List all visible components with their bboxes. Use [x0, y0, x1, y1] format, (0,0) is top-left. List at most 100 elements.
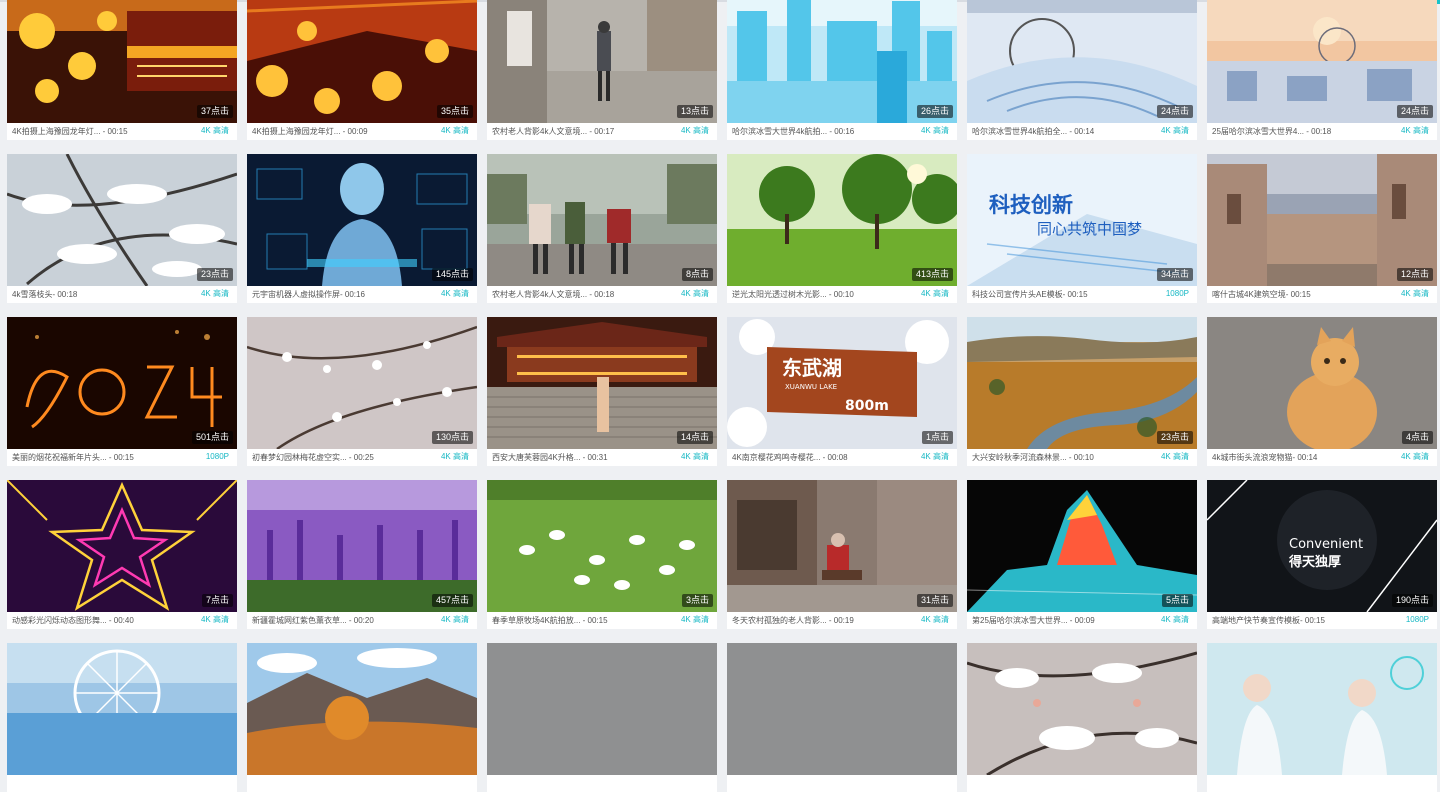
video-title[interactable]: 喀什古城4K建筑空境- 00:15 [1212, 289, 1382, 300]
video-card[interactable]: 145点击 元宇宙机器人虚拟操作屏- 00:16 4K 高清 [247, 154, 477, 303]
video-title[interactable]: 冬天农村孤独的老人背影... - 00:19 [732, 615, 902, 626]
video-thumbnail[interactable]: 7点击 [7, 480, 237, 612]
click-count-badge: 7点击 [201, 594, 233, 607]
video-card[interactable]: 130点击初春梦幻园林梅花虚空实... - 00:25 4K 高清 [247, 317, 477, 466]
video-title[interactable]: 农村老人背影4k人文意境... - 00:17 [492, 126, 662, 137]
video-thumbnail[interactable]: 东武湖 XUANWU LAKE 800m 1点击 [727, 317, 957, 449]
video-title[interactable]: 高端地产快节奏宣传模板- 00:15 [1212, 615, 1382, 626]
thumbnail-image: 东武湖 XUANWU LAKE 800m [727, 317, 957, 449]
video-title[interactable]: 大兴安岭秋季河流森林景... - 00:10 [972, 452, 1142, 463]
quality-label: 1080P [1165, 289, 1189, 298]
video-thumbnail[interactable]: 8点击 [487, 154, 717, 286]
svg-text:800m: 800m [845, 398, 889, 414]
video-thumbnail[interactable]: 23点击 [7, 154, 237, 286]
video-thumbnail[interactable]: 457点击 [247, 480, 477, 612]
video-card[interactable]: 31点击 冬天农村孤独的老人背影... - 00:19 4K 高清 [727, 480, 957, 629]
video-thumbnail[interactable]: 4点击 [1207, 317, 1437, 449]
video-card[interactable]: 37点击 4K拍摄上海豫园龙年灯... - 00:15 4K 高清 [7, 0, 237, 140]
video-thumbnail[interactable]: 科技创新 同心共筑中国梦 34点击 [967, 154, 1197, 286]
video-thumbnail[interactable]: Convenient 得天独厚 190点击 [1207, 480, 1437, 612]
quality-label: 4K 高清 [1160, 452, 1189, 461]
thumbnail-image [247, 317, 477, 449]
video-thumbnail[interactable]: 31点击 [727, 480, 957, 612]
video-card[interactable]: 7点击动感彩光闪烁动态图形舞... - 00:40 4K 高清 [7, 480, 237, 629]
video-card[interactable]: 23点击大兴安岭秋季河流森林景... - 00:10 4K 高清 [967, 317, 1197, 466]
video-thumbnail[interactable]: 37点击 [7, 0, 237, 123]
video-title[interactable]: 初春梦幻园林梅花虚空实... - 00:25 [252, 452, 422, 463]
video-card[interactable]: 3点击春季草原牧场4K航拍放... - 00:15 4K 高清 [487, 480, 717, 629]
video-thumbnail[interactable] [487, 643, 717, 775]
video-thumbnail[interactable]: 413点击 [727, 154, 957, 286]
video-title[interactable]: 农村老人背影4k人文意境... - 00:18 [492, 289, 662, 300]
video-title[interactable]: 西安大唐芙蓉园4K升格... - 00:31 [492, 452, 662, 463]
video-card[interactable]: Convenient 得天独厚 190点击 高端地产快节奏宣传模板- 00:15 108… [1207, 480, 1437, 629]
video-title[interactable]: 4K南京樱花鸡鸣寺樱花... - 00:08 [732, 452, 902, 463]
video-card[interactable]: 12点击 喀什古城4K建筑空境- 00:15 4K 高清 [1207, 154, 1437, 303]
video-thumbnail[interactable]: 12点击 [1207, 154, 1437, 286]
video-card[interactable]: 26点击 哈尔滨冰雪大世界4k航拍... - 00:16 4K 高清 [727, 0, 957, 140]
video-thumbnail[interactable] [1207, 643, 1437, 775]
svg-text:Convenient: Convenient [1289, 537, 1363, 552]
video-thumbnail[interactable]: 5点击 [967, 480, 1197, 612]
video-title[interactable]: 元宇宙机器人虚拟操作屏- 00:16 [252, 289, 422, 300]
video-card[interactable]: 23点击 4k雪落枝头- 00:18 4K 高清 [7, 154, 237, 303]
video-card[interactable] [967, 643, 1197, 792]
thumbnail-image [247, 154, 477, 286]
video-card[interactable]: 24点击 哈尔滨冰雪世界4k航拍全... - 00:14 4K 高清 [967, 0, 1197, 140]
video-card[interactable]: 14点击 西安大唐芙蓉园4K升格... - 00:31 4K 高清 [487, 317, 717, 466]
video-title[interactable]: 哈尔滨冰雪世界4k航拍全... - 00:14 [972, 126, 1142, 137]
video-card[interactable]: 5点击 第25届哈尔滨冰雪大世界... - 00:09 4K 高清 [967, 480, 1197, 629]
video-card[interactable]: 科技创新 同心共筑中国梦 34点击科技公司宣传片头AE模板- 00:15 1080P [967, 154, 1197, 303]
video-thumbnail[interactable]: 23点击 [967, 317, 1197, 449]
video-title[interactable]: 25届哈尔滨冰雪大世界4... - 00:18 [1212, 126, 1382, 137]
video-card[interactable] [487, 643, 717, 792]
video-thumbnail[interactable]: 130点击 [247, 317, 477, 449]
video-card[interactable]: 8点击 农村老人背影4k人文意境... - 00:18 4K 高清 [487, 154, 717, 303]
video-card[interactable]: 东武湖 XUANWU LAKE 800m 1点击 4K南京樱花鸡鸣寺樱花... - 00… [727, 317, 957, 466]
video-thumbnail[interactable]: 14点击 [487, 317, 717, 449]
video-thumbnail[interactable]: 501点击 [7, 317, 237, 449]
video-title[interactable]: 4k城市街头流浪宠物猫- 00:14 [1212, 452, 1382, 463]
video-title[interactable]: 哈尔滨冰雪大世界4k航拍... - 00:16 [732, 126, 902, 137]
video-thumbnail[interactable]: 145点击 [247, 154, 477, 286]
video-card[interactable] [7, 643, 237, 792]
video-card[interactable]: 501点击 美丽的烟花祝福新年片头... - 00:15 1080P [7, 317, 237, 466]
video-card[interactable]: 35点击 4K拍摄上海豫园龙年灯... - 00:09 4K 高清 [247, 0, 477, 140]
video-thumbnail[interactable] [727, 643, 957, 775]
video-meta: 初春梦幻园林梅花虚空实... - 00:25 4K 高清 [247, 449, 477, 466]
video-title[interactable]: 4k雪落枝头- 00:18 [12, 289, 182, 300]
video-thumbnail[interactable] [7, 643, 237, 775]
video-thumbnail[interactable] [247, 643, 477, 775]
video-title[interactable]: 美丽的烟花祝福新年片头... - 00:15 [12, 452, 182, 463]
video-title[interactable]: 动感彩光闪烁动态图形舞... - 00:40 [12, 615, 182, 626]
thumbnail-image [487, 480, 717, 612]
video-thumbnail[interactable]: 3点击 [487, 480, 717, 612]
video-title[interactable]: 第25届哈尔滨冰雪大世界... - 00:09 [972, 615, 1142, 626]
click-count-badge: 457点击 [431, 594, 473, 607]
click-count-badge: 3点击 [681, 594, 713, 607]
video-title[interactable]: 4K拍摄上海豫园龙年灯... - 00:15 [12, 126, 182, 137]
video-card[interactable] [727, 643, 957, 792]
video-thumbnail[interactable]: 26点击 [727, 0, 957, 123]
video-thumbnail[interactable]: 35点击 [247, 0, 477, 123]
video-card[interactable]: 4点击 4k城市街头流浪宠物猫- 00:14 4K 高清 [1207, 317, 1437, 466]
video-card[interactable] [247, 643, 477, 792]
video-card[interactable] [1207, 643, 1437, 792]
video-card[interactable]: 13点击 农村老人背影4k人文意境... - 00:17 4K 高清 [487, 0, 717, 140]
video-title[interactable]: 逆光太阳光透过树木光影... - 00:10 [732, 289, 902, 300]
video-card[interactable]: 413点击 逆光太阳光透过树木光影... - 00:10 4K 高清 [727, 154, 957, 303]
video-card[interactable]: 457点击 新疆霍城网红紫色薰衣草... - 00:20 4K 高清 [247, 480, 477, 629]
video-thumbnail[interactable]: 24点击 [967, 0, 1197, 123]
video-thumbnail[interactable] [967, 643, 1197, 775]
video-thumbnail[interactable]: 24点击 [1207, 0, 1437, 123]
video-title[interactable]: 科技公司宣传片头AE模板- 00:15 [972, 289, 1142, 300]
thumbnail-image [1207, 317, 1437, 449]
video-title[interactable]: 春季草原牧场4K航拍放... - 00:15 [492, 615, 662, 626]
quality-label: 4K 高清 [680, 615, 709, 624]
click-count-badge: 130点击 [431, 431, 473, 444]
video-title[interactable]: 4K拍摄上海豫园龙年灯... - 00:09 [252, 126, 422, 137]
video-title[interactable]: 新疆霍城网红紫色薰衣草... - 00:20 [252, 615, 422, 626]
video-thumbnail[interactable]: 13点击 [487, 0, 717, 123]
video-card[interactable]: 24点击 25届哈尔滨冰雪大世界4... - 00:18 4K 高清 [1207, 0, 1437, 140]
video-meta: 动感彩光闪烁动态图形舞... - 00:40 4K 高清 [7, 612, 237, 629]
